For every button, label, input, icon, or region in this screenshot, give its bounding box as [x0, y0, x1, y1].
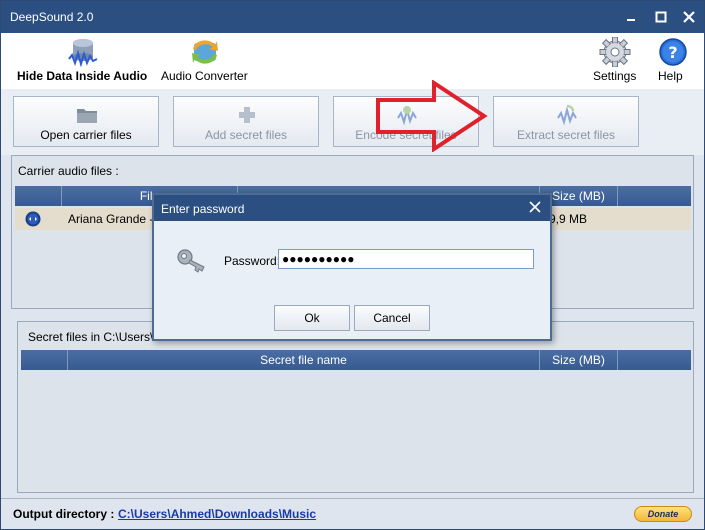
key-icon — [176, 247, 208, 273]
donate-button[interactable]: Donate — [634, 506, 692, 522]
window-title: DeepSound 2.0 — [10, 10, 94, 24]
open-carrier-files-label: Open carrier files — [40, 128, 132, 142]
hide-data-label: Hide Data Inside Audio — [17, 69, 148, 83]
carrier-files-label: Carrier audio files : — [18, 164, 119, 178]
extract-icon — [555, 104, 579, 126]
main-toolbar: Hide Data Inside Audio Audio Converter S… — [1, 33, 704, 89]
help-icon: ? — [657, 37, 689, 67]
secret-icon-column — [21, 350, 67, 370]
gear-icon — [599, 36, 631, 68]
output-directory-label: Output directory : — [13, 507, 115, 521]
title-bar: DeepSound 2.0 — [1, 1, 704, 33]
plus-icon — [235, 104, 259, 126]
password-input[interactable]: ●●●●●●●●●● — [278, 249, 534, 269]
help-label: Help — [658, 69, 683, 83]
secret-size-column[interactable]: Size (MB) — [539, 350, 617, 370]
settings-label: Settings — [593, 69, 637, 83]
dialog-title-bar: Enter password — [154, 195, 550, 221]
secret-grid-header: Secret file name Size (MB) — [21, 350, 691, 370]
status-footer: Output directory : C:\Users\Ahmed\Downlo… — [1, 498, 704, 529]
settings-button[interactable]: Settings — [589, 33, 641, 89]
extract-secret-files-button[interactable]: Extract secret files — [493, 96, 639, 147]
secret-files-panel: Secret files in C:\Users\A Secret file n… — [17, 321, 694, 493]
close-icon — [683, 11, 695, 23]
carrier-extra-column — [617, 186, 691, 206]
cancel-button[interactable]: Cancel — [354, 305, 430, 331]
add-secret-files-button[interactable]: Add secret files — [173, 96, 319, 147]
output-directory-link[interactable]: C:\Users\Ahmed\Downloads\Music — [118, 507, 316, 521]
audio-converter-label: Audio Converter — [161, 69, 248, 83]
secret-extra-column — [617, 350, 691, 370]
svg-text:?: ? — [668, 43, 677, 62]
dialog-close-button[interactable] — [528, 200, 542, 214]
secret-files-label: Secret files in C:\Users\A — [28, 330, 162, 344]
carrier-icon-column — [15, 186, 61, 206]
open-carrier-files-button[interactable]: Open carrier files — [13, 96, 159, 147]
maximize-icon — [655, 11, 667, 23]
audio-converter-tab[interactable]: Audio Converter — [159, 33, 251, 89]
minimize-icon — [627, 19, 635, 21]
enter-password-dialog: Enter password Password: ●●●●●●●●●● Ok C… — [152, 193, 552, 341]
password-label: Password: — [224, 254, 281, 268]
hide-data-tab[interactable]: Hide Data Inside Audio — [15, 33, 151, 89]
close-button[interactable] — [679, 7, 699, 27]
maximize-button[interactable] — [651, 7, 671, 27]
help-button[interactable]: ? Help — [653, 33, 693, 89]
close-icon — [529, 201, 541, 213]
minimize-button[interactable] — [621, 7, 641, 27]
action-bar: Open carrier files Add secret files Enco… — [1, 89, 704, 155]
dialog-title: Enter password — [161, 202, 245, 216]
extract-secret-files-label: Extract secret files — [516, 128, 616, 142]
secret-name-column[interactable]: Secret file name — [67, 350, 539, 370]
carrier-file-name: Ariana Grande - — [68, 212, 154, 226]
convert-icon — [189, 37, 221, 67]
ok-button[interactable]: Ok — [274, 305, 350, 331]
annotation-arrow-icon — [376, 80, 488, 152]
carrier-file-size: 9,9 MB — [549, 212, 588, 226]
audio-file-icon — [25, 211, 41, 227]
folder-icon — [75, 104, 99, 126]
add-secret-files-label: Add secret files — [204, 128, 288, 142]
database-audio-icon — [67, 37, 99, 68]
